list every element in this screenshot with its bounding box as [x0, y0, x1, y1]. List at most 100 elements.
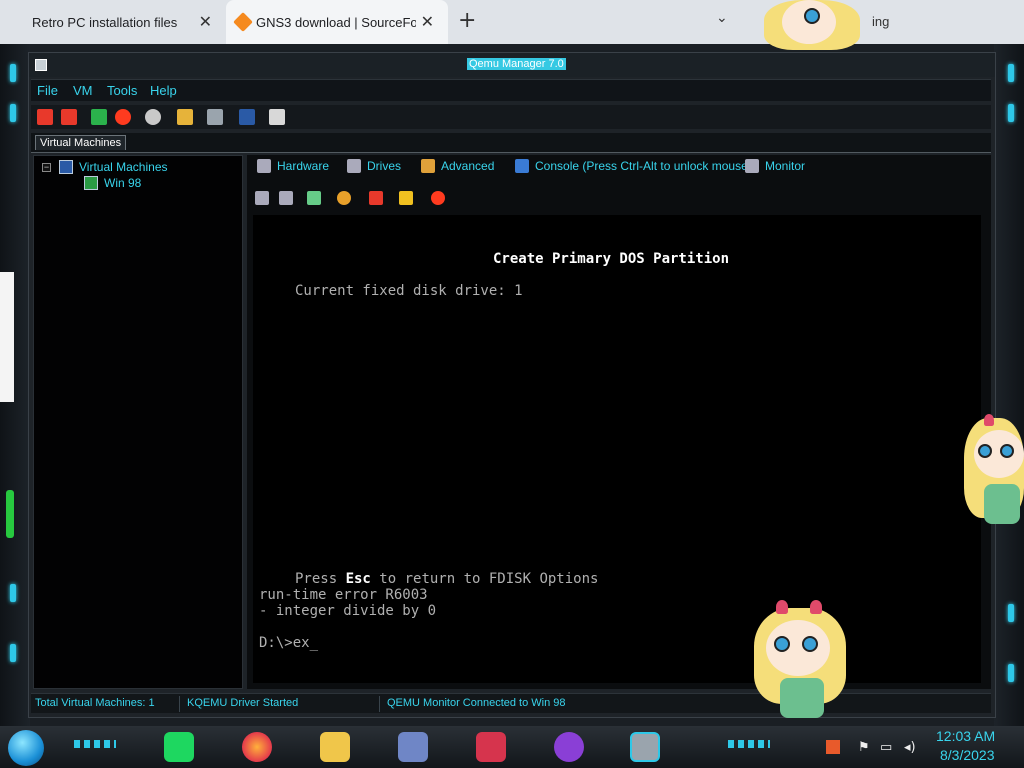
- app-icon: [35, 59, 47, 71]
- mascot-body: [984, 484, 1020, 524]
- background-window-edge: [6, 490, 14, 538]
- mascot-eye: [802, 636, 818, 652]
- skin-frame-right: [994, 44, 1024, 726]
- menu-file[interactable]: File: [37, 83, 58, 98]
- vm-tree: − Virtual Machines Win 98: [33, 155, 243, 689]
- save-icon[interactable]: [369, 191, 383, 205]
- power-icon[interactable]: [399, 191, 413, 205]
- status-divider: [179, 696, 180, 712]
- tab-virtual-machines[interactable]: Virtual Machines: [35, 135, 127, 150]
- vm-console-screen[interactable]: Create Primary DOS Partition Current fix…: [253, 215, 981, 683]
- tab-label: Hardware: [277, 159, 330, 173]
- print-icon[interactable]: [255, 191, 269, 205]
- status-kqemu: KQEMU Driver Started: [187, 697, 299, 709]
- cd-icon[interactable]: [145, 109, 161, 125]
- frame-light: [10, 64, 16, 82]
- tab-advanced[interactable]: Advanced: [421, 159, 494, 173]
- clock-time[interactable]: 12:03 AM: [936, 728, 995, 744]
- volume-icon[interactable]: ◂): [904, 740, 916, 755]
- tree-root-label: Virtual Machines: [79, 160, 168, 174]
- monitor-icon: [745, 159, 759, 173]
- discord-like-icon[interactable]: [554, 732, 584, 762]
- photo-app-icon[interactable]: [476, 732, 506, 762]
- status-divider: [379, 696, 380, 712]
- mascot-horn: [810, 600, 822, 614]
- tree-root-virtual-machines[interactable]: − Virtual Machines: [42, 160, 168, 174]
- console-icon: [515, 159, 529, 173]
- network-icon[interactable]: ▭: [880, 740, 892, 755]
- collapse-icon[interactable]: −: [42, 162, 51, 172]
- close-icon[interactable]: ✕: [421, 12, 434, 32]
- save-icon[interactable]: [239, 109, 255, 125]
- tab-list-chevron-icon[interactable]: ⌄: [716, 10, 728, 26]
- print2-icon[interactable]: [279, 191, 293, 205]
- menu-vm[interactable]: VM: [73, 83, 93, 98]
- menu-tools[interactable]: Tools: [107, 83, 137, 98]
- taskbar: ⚑ ▭ ◂) 12:03 AM 8/3/2023: [0, 726, 1024, 768]
- frame-light: [1008, 664, 1014, 682]
- mascot-eye: [804, 8, 820, 24]
- mascot-right-icon: [964, 408, 1024, 528]
- tab-console[interactable]: Console (Press Ctrl-Alt to unlock mouse): [515, 159, 752, 173]
- main-tab-strip: Virtual Machines: [31, 133, 991, 153]
- qemu-manager-window: Qemu Manager 7.0 File VM Tools Help Virt…: [28, 52, 996, 718]
- console-prompt: D:\>ex_: [259, 635, 319, 651]
- start-vm-icon[interactable]: [91, 109, 107, 125]
- stop-vm-icon[interactable]: [115, 109, 131, 125]
- vm-icon: [84, 176, 98, 190]
- browser-tab-gns3[interactable]: GNS3 download | SourceForge. ✕: [226, 0, 448, 44]
- taskbar-deco-icon: [728, 740, 770, 748]
- clock-date[interactable]: 8/3/2023: [940, 747, 995, 763]
- window-title: Qemu Manager 7.0: [467, 58, 566, 70]
- screenshot-icon[interactable]: [307, 191, 321, 205]
- tray-app-icon[interactable]: [826, 740, 840, 754]
- browser-tab-retro-pc[interactable]: Retro PC installation files ✕: [0, 0, 226, 44]
- hardware-icon: [257, 159, 271, 173]
- computer-icon: [59, 160, 73, 174]
- esc-suffix: to return to FDISK Options: [370, 571, 599, 587]
- stop-icon[interactable]: [431, 191, 445, 205]
- frame-light: [10, 104, 16, 122]
- drive-line-text: Current fixed disk drive: 1: [295, 283, 523, 299]
- tree-item-label: Win 98: [104, 176, 142, 190]
- tree-item-win98[interactable]: Win 98: [84, 176, 141, 190]
- sourceforge-icon: [233, 12, 253, 32]
- frame-light: [1008, 64, 1014, 82]
- flag-icon[interactable]: ⚑: [858, 740, 870, 755]
- console-error-line: run-time error R6003: [259, 587, 428, 603]
- tab-hardware[interactable]: Hardware: [257, 159, 329, 173]
- console-error-detail: - integer divide by 0: [259, 603, 437, 619]
- frame-light: [1008, 104, 1014, 122]
- console-heading: Create Primary DOS Partition: [493, 251, 730, 267]
- options-icon[interactable]: [269, 109, 285, 125]
- firefox-icon[interactable]: [242, 732, 272, 762]
- tab-title: Retro PC installation files: [32, 14, 178, 30]
- esc-prefix: Press: [295, 571, 346, 587]
- browser-profile-text[interactable]: ing: [872, 14, 889, 29]
- file-explorer-icon[interactable]: [320, 732, 350, 762]
- settings-icon[interactable]: [207, 109, 223, 125]
- new-tab-button[interactable]: +: [458, 8, 476, 33]
- tab-drives[interactable]: Drives: [347, 159, 401, 173]
- close-icon[interactable]: ✕: [199, 12, 212, 32]
- frame-light: [10, 644, 16, 662]
- qemu-icon[interactable]: [630, 732, 660, 762]
- app-icon[interactable]: [398, 732, 428, 762]
- status-monitor: QEMU Monitor Connected to Win 98: [387, 697, 566, 709]
- advanced-icon: [421, 159, 435, 173]
- spotify-icon[interactable]: [164, 732, 194, 762]
- tab-monitor[interactable]: Monitor: [745, 159, 805, 173]
- mascot-eye: [774, 636, 790, 652]
- tab-label: Monitor: [765, 159, 806, 173]
- menu-help[interactable]: Help: [150, 83, 177, 98]
- add-vm-icon[interactable]: [37, 109, 53, 125]
- menu-bar: File VM Tools Help: [31, 79, 991, 101]
- tab-label: Console (Press Ctrl-Alt to unlock mouse): [535, 159, 752, 173]
- pause-icon[interactable]: [337, 191, 351, 205]
- remove-vm-icon[interactable]: [61, 109, 77, 125]
- tab-title: GNS3 download | SourceForge.: [256, 14, 416, 30]
- start-button[interactable]: [8, 730, 44, 766]
- frame-light: [1008, 604, 1014, 622]
- folder-icon[interactable]: [177, 109, 193, 125]
- vm-detail-panel: Hardware Drives Advanced Console (Press …: [247, 155, 991, 689]
